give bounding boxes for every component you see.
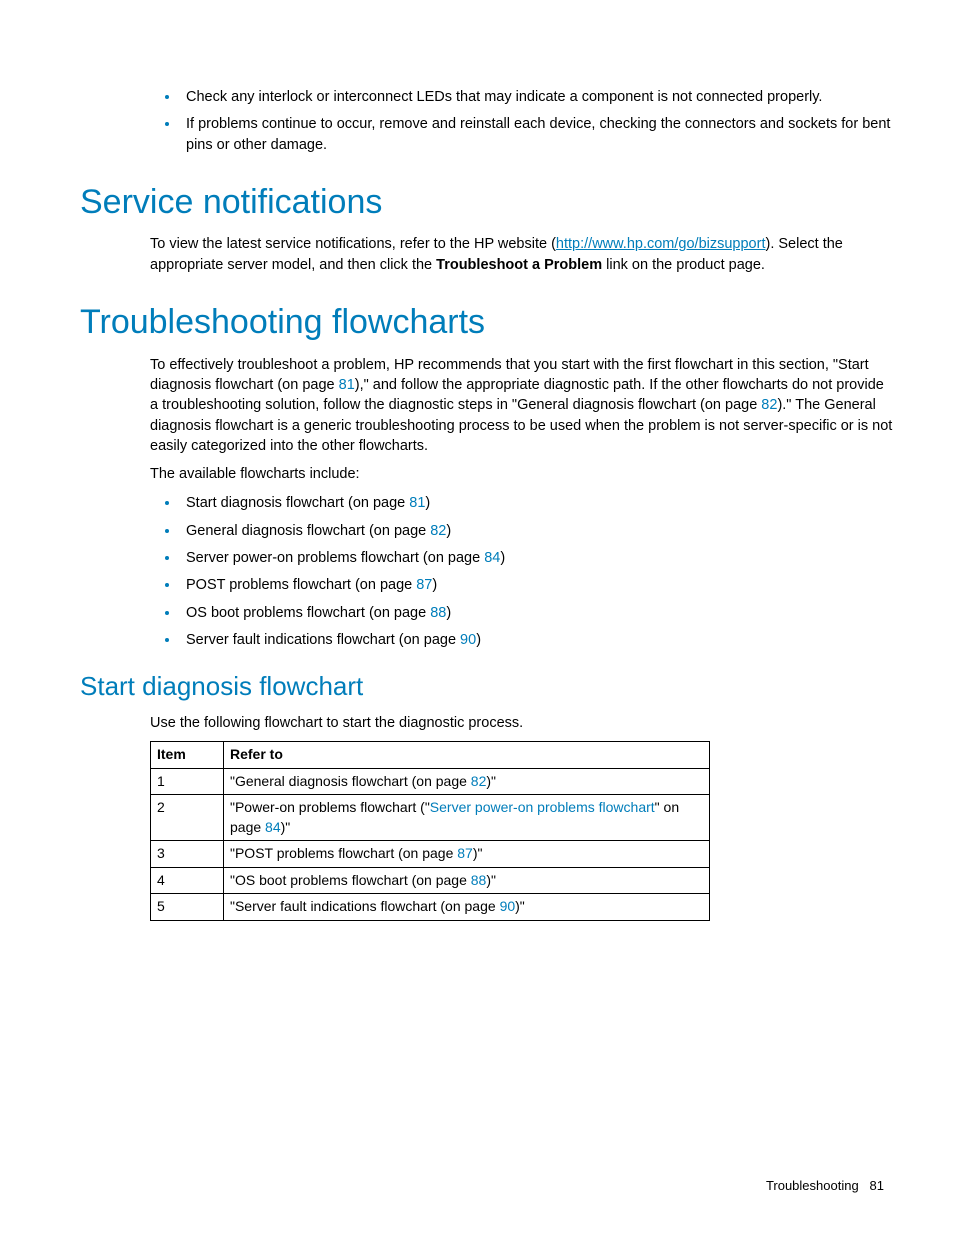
cell-refer: "OS boot problems flowchart (on page 88)… bbox=[224, 867, 710, 894]
flowchart-list: Start diagnosis flowchart (on page 81) G… bbox=[150, 492, 894, 650]
table-row: 1 "General diagnosis flowchart (on page … bbox=[151, 768, 710, 795]
page-ref[interactable]: 82 bbox=[471, 773, 487, 789]
text: ) bbox=[446, 605, 451, 621]
troubleshoot-problem-label: Troubleshoot a Problem bbox=[436, 257, 602, 273]
table-row: 3 "POST problems flowchart (on page 87)" bbox=[151, 841, 710, 868]
col-refer: Refer to bbox=[224, 741, 710, 768]
text: ) bbox=[476, 632, 481, 648]
text: To view the latest service notifications… bbox=[150, 236, 556, 252]
cell-item: 1 bbox=[151, 768, 224, 795]
flowchart-link[interactable]: Server power-on problems flowchart bbox=[430, 799, 655, 815]
text: ) bbox=[446, 523, 451, 539]
page-ref[interactable]: 84 bbox=[265, 819, 281, 835]
footer-section: Troubleshooting bbox=[766, 1178, 859, 1193]
text: ) bbox=[425, 495, 430, 511]
text: OS boot problems flowchart (on page bbox=[186, 605, 430, 621]
list-item: Server fault indications flowchart (on p… bbox=[180, 629, 894, 650]
page-ref[interactable]: 84 bbox=[484, 550, 500, 566]
list-item: Server power-on problems flowchart (on p… bbox=[180, 547, 894, 568]
cell-item: 2 bbox=[151, 795, 224, 841]
list-item: Check any interlock or interconnect LEDs… bbox=[180, 86, 894, 107]
start-paragraph: Use the following flowchart to start the… bbox=[150, 713, 894, 733]
list-item: POST problems flowchart (on page 87) bbox=[180, 574, 894, 595]
service-paragraph: To view the latest service notifications… bbox=[150, 234, 894, 275]
reference-table: Item Refer to 1 "General diagnosis flowc… bbox=[150, 741, 710, 921]
heading-troubleshooting-flowcharts: Troubleshooting flowcharts bbox=[80, 299, 894, 347]
page-ref[interactable]: 87 bbox=[457, 845, 473, 861]
table-row: 2 "Power-on problems flowchart ("Server … bbox=[151, 795, 710, 841]
list-item: Start diagnosis flowchart (on page 81) bbox=[180, 492, 894, 513]
text: "Server fault indications flowchart (on … bbox=[230, 898, 500, 914]
list-item: If problems continue to occur, remove an… bbox=[180, 113, 894, 155]
hp-bizsupport-link[interactable]: http://www.hp.com/go/bizsupport bbox=[556, 236, 766, 252]
cell-item: 5 bbox=[151, 894, 224, 921]
text: Start diagnosis flowchart (on page bbox=[186, 495, 409, 511]
text: Server power-on problems flowchart (on p… bbox=[186, 550, 484, 566]
heading-start-diagnosis: Start diagnosis flowchart bbox=[80, 668, 894, 704]
list-item: OS boot problems flowchart (on page 88) bbox=[180, 602, 894, 623]
text: "Power-on problems flowchart (" bbox=[230, 799, 430, 815]
page-footer: Troubleshooting 81 bbox=[766, 1177, 884, 1195]
cell-item: 4 bbox=[151, 867, 224, 894]
text: )" bbox=[486, 872, 496, 888]
table-row: 5 "Server fault indications flowchart (o… bbox=[151, 894, 710, 921]
text: General diagnosis flowchart (on page bbox=[186, 523, 430, 539]
text: )" bbox=[515, 898, 525, 914]
footer-page: 81 bbox=[870, 1178, 884, 1193]
col-item: Item bbox=[151, 741, 224, 768]
page-ref[interactable]: 90 bbox=[460, 632, 476, 648]
page-ref[interactable]: 88 bbox=[430, 605, 446, 621]
page-ref[interactable]: 90 bbox=[500, 898, 516, 914]
text: POST problems flowchart (on page bbox=[186, 577, 416, 593]
page-ref[interactable]: 87 bbox=[416, 577, 432, 593]
list-item: General diagnosis flowchart (on page 82) bbox=[180, 520, 894, 541]
text: )" bbox=[486, 773, 496, 789]
text: ) bbox=[500, 550, 505, 566]
cell-refer: "Server fault indications flowchart (on … bbox=[224, 894, 710, 921]
cell-item: 3 bbox=[151, 841, 224, 868]
page-ref[interactable]: 82 bbox=[761, 397, 777, 413]
text: "POST problems flowchart (on page bbox=[230, 845, 457, 861]
table-row: 4 "OS boot problems flowchart (on page 8… bbox=[151, 867, 710, 894]
page-ref[interactable]: 81 bbox=[409, 495, 425, 511]
cell-refer: "Power-on problems flowchart ("Server po… bbox=[224, 795, 710, 841]
text: link on the product page. bbox=[602, 257, 765, 273]
intro-bullet-list: Check any interlock or interconnect LEDs… bbox=[150, 86, 894, 155]
text: Server fault indications flowchart (on p… bbox=[186, 632, 460, 648]
text: ) bbox=[432, 577, 437, 593]
flow-paragraph-2: The available flowcharts include: bbox=[150, 464, 894, 484]
text: "General diagnosis flowchart (on page bbox=[230, 773, 471, 789]
page-ref[interactable]: 88 bbox=[471, 872, 487, 888]
cell-refer: "POST problems flowchart (on page 87)" bbox=[224, 841, 710, 868]
heading-service-notifications: Service notifications bbox=[80, 179, 894, 227]
page-ref[interactable]: 82 bbox=[430, 523, 446, 539]
table-header-row: Item Refer to bbox=[151, 741, 710, 768]
text: "OS boot problems flowchart (on page bbox=[230, 872, 471, 888]
page-ref[interactable]: 81 bbox=[339, 377, 355, 393]
text: )" bbox=[473, 845, 483, 861]
cell-refer: "General diagnosis flowchart (on page 82… bbox=[224, 768, 710, 795]
text: )" bbox=[281, 819, 291, 835]
flow-paragraph-1: To effectively troubleshoot a problem, H… bbox=[150, 355, 894, 456]
